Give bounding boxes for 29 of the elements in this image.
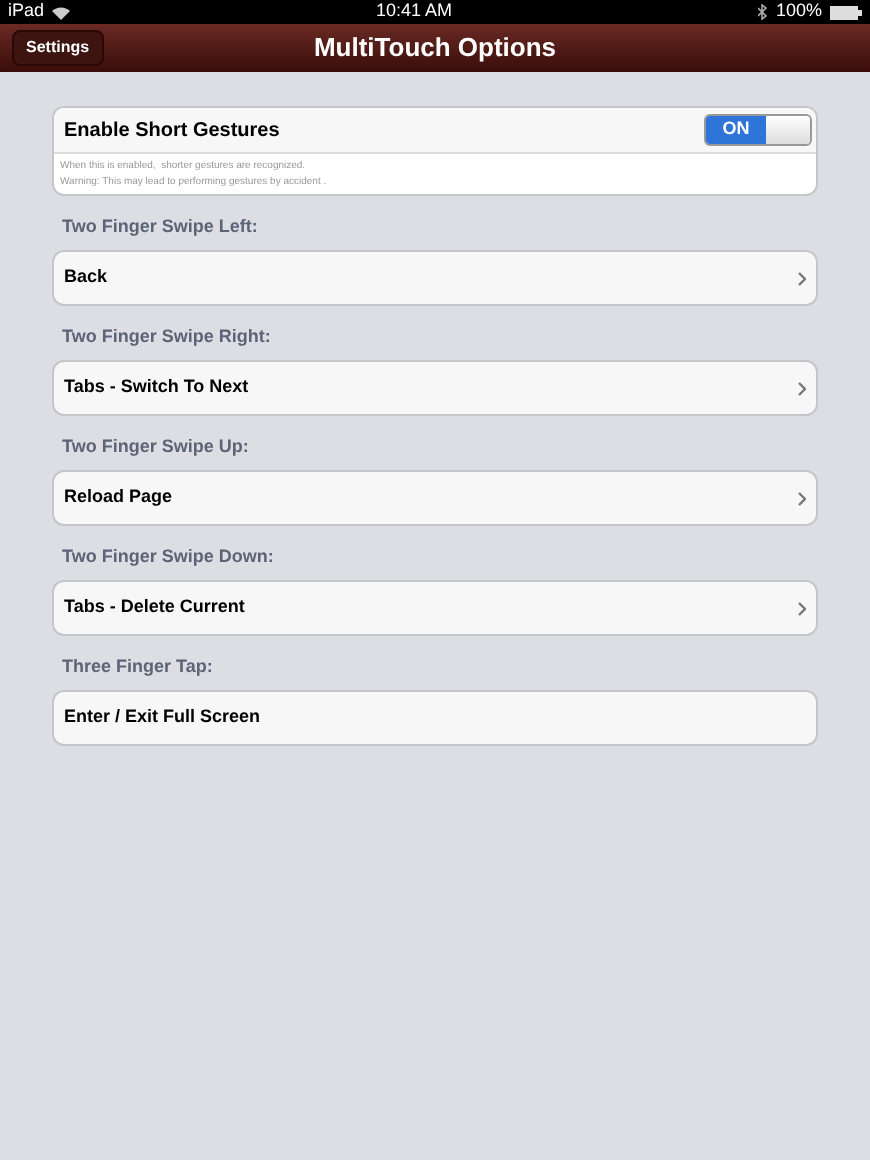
bluetooth-icon [757, 4, 768, 20]
option-value: Reload Page [64, 484, 173, 511]
toggle-switch[interactable]: ON [704, 114, 812, 146]
section-header: Three Finger Tap: [60, 654, 215, 680]
device-name: iPad [8, 0, 45, 25]
option-value: Tabs - Delete Current [64, 594, 245, 621]
option-value: Tabs - Switch To Next [64, 374, 249, 401]
chevron-icon [798, 491, 806, 505]
option-row[interactable]: Back [52, 250, 818, 306]
chevron-icon [798, 271, 806, 285]
section-header: Two Finger Swipe Down: [60, 544, 276, 570]
option-value: Back [64, 264, 108, 291]
navigation-title: MultiTouch Options [313, 30, 557, 67]
option-row[interactable]: Enter / Exit Full Screen [52, 690, 818, 746]
option-row[interactable]: Reload Page [52, 470, 818, 526]
option-value: Enter / Exit Full Screen [64, 704, 261, 731]
chevron-icon [798, 601, 806, 615]
toggle-label: Enable Short Gestures [64, 117, 280, 145]
status-time: 10:41 AM [375, 0, 452, 25]
back-button[interactable]: Settings [12, 30, 104, 66]
battery-percent: 100% [775, 0, 822, 25]
option-row[interactable]: Tabs - Delete Current [52, 580, 818, 636]
chevron-icon [798, 381, 806, 395]
section-header: Two Finger Swipe Right: [60, 324, 273, 350]
battery-icon [829, 5, 862, 19]
section-header: Two Finger Swipe Left: [60, 214, 260, 240]
option-row[interactable]: Tabs - Switch To Next [52, 360, 818, 416]
section-header: Two Finger Swipe Up: [60, 434, 251, 460]
wifi-icon [52, 5, 71, 19]
